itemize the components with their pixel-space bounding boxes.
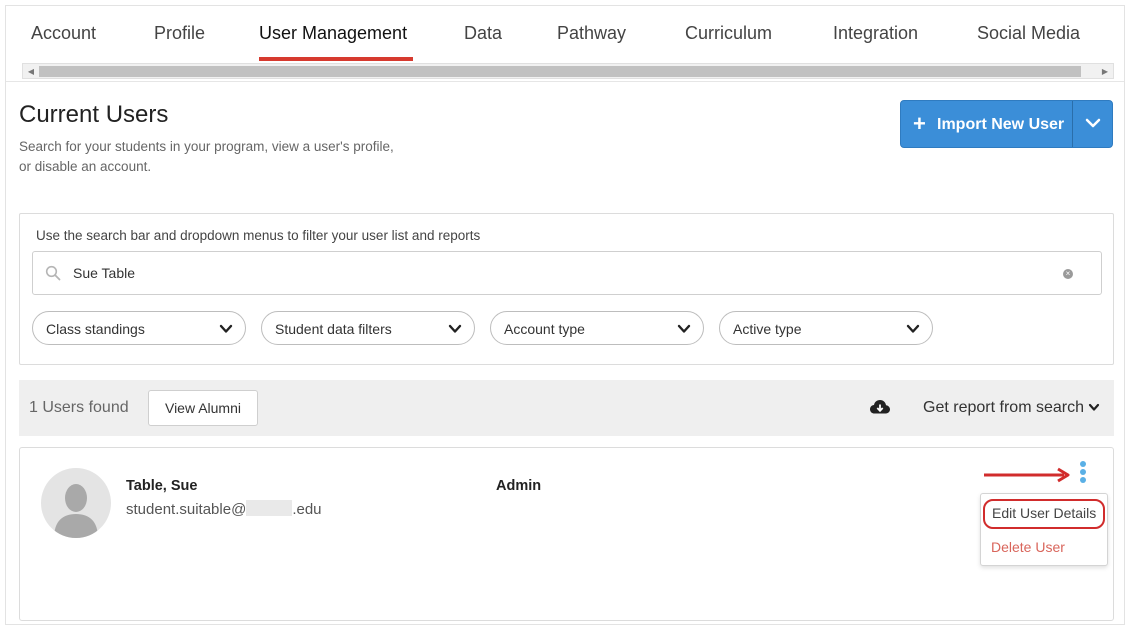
chevron-down-icon[interactable] [1081,113,1105,133]
dropdown-label: Class standings [46,321,145,337]
email-suffix: .edu [292,501,322,518]
page-description: Search for your students in your program… [19,139,394,174]
plus-icon: + [913,111,926,136]
results-toolbar: 1 Users found View Alumni Get report fro… [19,380,1114,436]
search-input[interactable]: Sue Table × [32,251,1102,295]
more-options-icon[interactable] [1078,461,1088,487]
tabs-scrollbar[interactable]: ◀ ▶ [22,63,1114,79]
active-tab-indicator [259,57,413,61]
tab-curriculum[interactable]: Curriculum [685,23,772,44]
chevron-down-icon [1088,403,1100,411]
student-data-filters-dropdown[interactable]: Student data filters [261,311,475,345]
user-card: Table, Sue student.suitable@ .edu Admin E… [19,447,1114,621]
header-divider [6,81,1124,82]
email-prefix: student.suitable@ [126,501,247,518]
chevron-down-icon [448,324,462,333]
search-value: Sue Table [73,265,136,281]
view-alumni-button[interactable]: View Alumni [148,390,258,426]
get-report-label: Get report from search [923,399,1084,416]
scrollbar-thumb[interactable] [39,66,1081,77]
import-new-user-label: Import New User [937,116,1065,133]
dropdown-label: Active type [733,321,802,337]
tab-integration[interactable]: Integration [833,23,918,44]
cloud-download-icon[interactable] [869,398,891,416]
filter-hint: Use the search bar and dropdown menus to… [36,228,481,243]
tab-user-management[interactable]: User Management [259,23,407,44]
class-standings-dropdown[interactable]: Class standings [32,311,246,345]
delete-user-menu-item[interactable]: Delete User [991,539,1065,555]
clear-search-icon[interactable]: × [1063,269,1073,279]
settings-tabs: Account Profile User Management Data Pat… [6,6,1124,64]
tab-pathway[interactable]: Pathway [557,23,626,44]
user-actions-menu: Edit User Details Delete User [980,493,1108,566]
chevron-down-icon [906,324,920,333]
scroll-right-arrow-icon[interactable]: ▶ [1099,66,1111,77]
avatar [41,468,111,538]
scroll-left-arrow-icon[interactable]: ◀ [25,66,37,77]
user-role: Admin [496,478,542,494]
get-report-button[interactable]: Get report from search [923,399,1100,417]
page-title: Current Users [19,101,169,128]
tab-social-media[interactable]: Social Media [977,23,1080,44]
red-arrow-annotation-icon [984,467,1070,483]
account-type-dropdown[interactable]: Account type [490,311,704,345]
redacted-block [246,500,293,516]
tab-data[interactable]: Data [464,23,502,44]
settings-panel: Account Profile User Management Data Pat… [5,5,1125,625]
chevron-down-icon [677,324,691,333]
user-email: student.suitable@ .edu [126,500,322,518]
active-type-dropdown[interactable]: Active type [719,311,933,345]
button-separator [1072,101,1073,147]
chevron-down-icon [219,324,233,333]
dropdown-label: Account type [504,321,585,337]
user-name: Table, Sue [126,478,198,494]
import-new-user-button[interactable]: + Import New User [900,100,1113,148]
filter-panel: Use the search bar and dropdown menus to… [19,213,1114,365]
users-found-count: 1 Users found [29,399,129,416]
tab-account[interactable]: Account [31,23,96,44]
search-icon [45,265,61,281]
user-silhouette-icon [54,484,98,538]
tab-profile[interactable]: Profile [154,23,205,44]
dropdown-label: Student data filters [275,321,392,337]
edit-user-details-menu-item[interactable]: Edit User Details [983,499,1105,529]
